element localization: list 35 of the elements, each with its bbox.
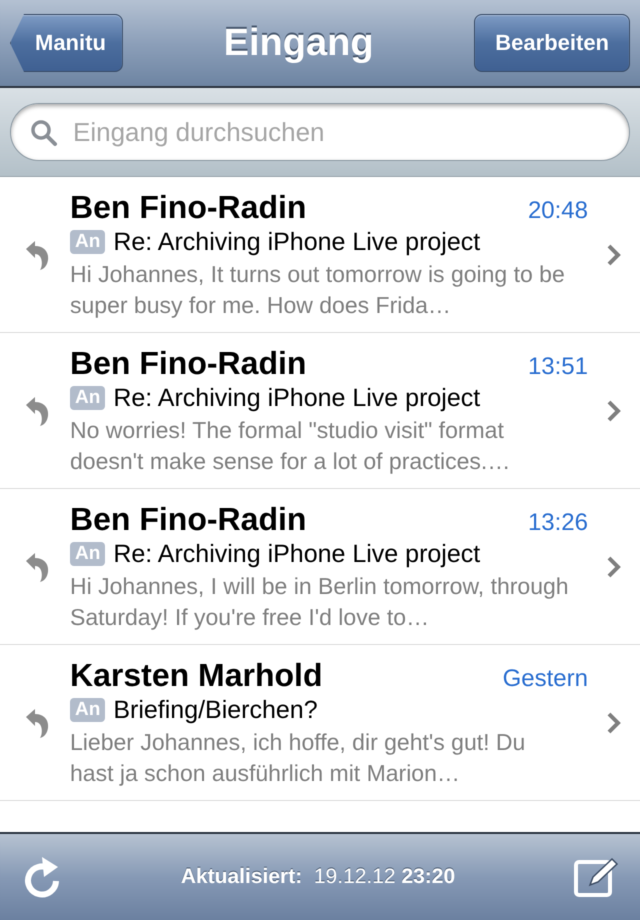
back-button[interactable]: Manitu — [10, 14, 123, 72]
message-subject: Briefing/Bierchen? — [113, 696, 318, 724]
message-row[interactable]: Ben Fino-Radin 13:51 An Re: Archiving iPhone Live project No worries! The formal "studio visit" format doesn't make sense for a lot of practices.… — [0, 333, 640, 489]
chevron-icon — [607, 556, 621, 578]
update-status: Aktualisiert: 19.12.12 23:20 — [180, 865, 456, 889]
compose-icon[interactable] — [574, 857, 618, 897]
recipient-badge: An — [70, 230, 106, 254]
recipient-badge: An — [70, 542, 106, 566]
message-time: Gestern — [502, 664, 588, 692]
message-preview: Hi Johannes, It turns out tomorrow is going to be super busy for me. How does Frida… — [70, 260, 566, 320]
chevron-icon — [607, 244, 621, 266]
sender-name: Ben Fino-Radin — [70, 188, 306, 226]
message-subject: Re: Archiving iPhone Live project — [113, 228, 480, 256]
sender-name: Ben Fino-Radin — [70, 344, 306, 382]
search-field[interactable]: Eingang durchsuchen — [10, 103, 630, 161]
screen-title: Eingang — [224, 22, 374, 64]
message-time: 13:51 — [528, 352, 588, 380]
recipient-badge: An — [70, 386, 106, 410]
message-row[interactable]: Ben Fino-Radin 13:26 An Re: Archiving iPhone Live project Hi Johannes, I will be in Berlin tomorrow, through Saturday! If you're free I'd love to… — [0, 489, 640, 645]
refresh-icon[interactable] — [22, 855, 62, 899]
message-row[interactable]: Karsten Marhold Gestern An Briefing/Bierchen? Lieber Johannes, ich hoffe, dir geht's gut! Du hast ja schon ausführlich mit Marion… — [0, 645, 640, 801]
chevron-icon — [607, 400, 621, 422]
message-preview: No worries! The formal "studio visit" format doesn't make sense for a lot of practices.… — [70, 416, 512, 476]
message-row[interactable]: Ben Fino-Radin 20:48 An Re: Archiving iPhone Live project Hi Johannes, It turns out tomorrow is going to be super busy for me. How does Frida… — [0, 177, 640, 333]
message-subject: Re: Archiving iPhone Live project — [113, 384, 480, 412]
message-time: 20:48 — [528, 196, 588, 224]
message-preview: Lieber Johannes, ich hoffe, dir geht's gut! Du hast ja schon ausführlich mit Marion… — [70, 728, 526, 788]
edit-button[interactable]: Bearbeiten — [474, 14, 630, 72]
message-preview: Hi Johannes, I will be in Berlin tomorrow, through Saturday! If you're free I'd love to… — [70, 572, 570, 632]
recipient-badge: An — [70, 698, 106, 722]
message-time: 13:26 — [528, 508, 588, 536]
sender-name: Ben Fino-Radin — [70, 500, 306, 538]
chevron-icon — [607, 712, 621, 734]
message-subject: Re: Archiving iPhone Live project — [113, 540, 480, 568]
sender-name: Karsten Marhold — [70, 656, 322, 694]
